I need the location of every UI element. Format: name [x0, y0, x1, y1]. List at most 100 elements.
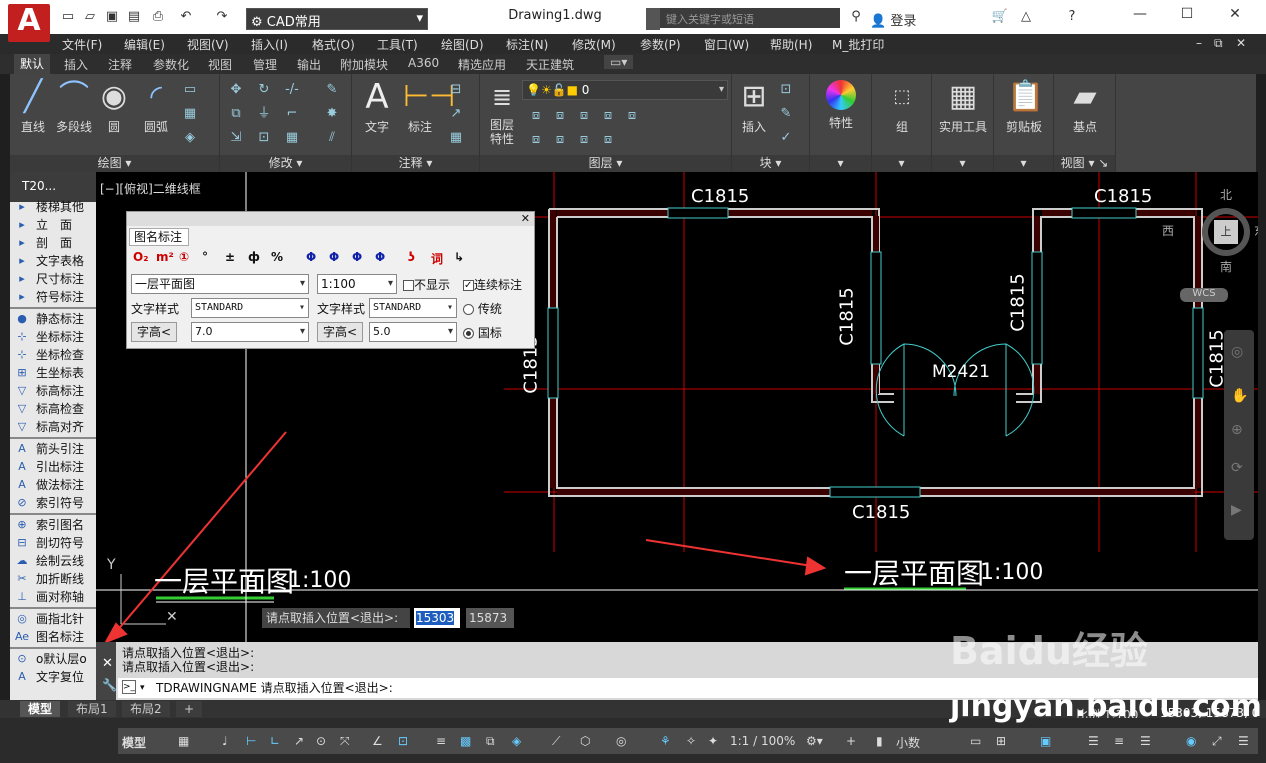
layer-tool-icon[interactable]: ⧈: [576, 132, 592, 148]
viewcube-top[interactable]: 上: [1214, 220, 1238, 244]
block-attr-icon[interactable]: ✓: [778, 130, 794, 146]
infer-icon[interactable]: ⊢: [246, 734, 256, 748]
wcs-menu[interactable]: WCS: [1180, 288, 1228, 302]
menu-modify[interactable]: 修改(M): [572, 36, 616, 53]
menu-window[interactable]: 窗口(W): [704, 36, 749, 53]
palette-item[interactable]: ▽ 标高检查: [10, 400, 96, 418]
menu-format[interactable]: 格式(O): [312, 36, 355, 53]
palette-item[interactable]: ▽ 标高标注: [10, 382, 96, 400]
tab-manage[interactable]: 管理: [253, 56, 277, 73]
annotation-monitor-icon[interactable]: ◎: [616, 734, 626, 748]
search-input[interactable]: 键入关键字或短语: [660, 8, 840, 28]
symbol-button[interactable]: ф: [248, 250, 260, 264]
tab-more-icon[interactable]: ▭▾: [604, 55, 634, 69]
region-icon[interactable]: ◈: [182, 130, 198, 146]
units-select[interactable]: 小数: [896, 734, 920, 751]
palette-item[interactable]: ⊹ 坐标检查: [10, 346, 96, 364]
tab-view[interactable]: 视图: [208, 56, 232, 73]
minimize-button[interactable]: —: [1125, 6, 1155, 26]
model-space-button[interactable]: 模型: [122, 734, 146, 751]
layer-tool-icon[interactable]: ⧈: [528, 132, 544, 148]
polyline-button[interactable]: ⌒ 多段线: [52, 80, 96, 135]
palette-item[interactable]: ● 静态标注: [10, 310, 96, 328]
scale-select[interactable]: 1:100 ▾: [317, 274, 397, 294]
viewcube-south[interactable]: 南: [1220, 258, 1232, 275]
tab-addins[interactable]: 附加模块: [340, 56, 388, 73]
layer-tool-icon[interactable]: ⧈: [576, 108, 592, 124]
panel-block-label[interactable]: 块 ▾: [732, 155, 809, 172]
tab-parametric[interactable]: 参数化: [153, 56, 189, 73]
viewcube-north[interactable]: 北: [1220, 186, 1232, 203]
dyn-input-icon[interactable]: ⟋: [552, 734, 560, 749]
clipboard-button[interactable]: 📋 剪贴板: [996, 80, 1052, 135]
tab-insert[interactable]: 插入: [64, 56, 88, 73]
polar-icon[interactable]: ↗: [294, 734, 304, 748]
panel-layers-label[interactable]: 图层 ▾: [480, 155, 731, 172]
insert-block-button[interactable]: ⊞ 插入: [734, 80, 774, 135]
array-icon[interactable]: ▦: [284, 130, 300, 146]
menu-view[interactable]: 视图(V): [187, 36, 229, 53]
tab-tangent[interactable]: 天正建筑: [526, 56, 574, 73]
mirror-icon[interactable]: ⏚: [256, 106, 272, 122]
leader-icon[interactable]: ↗: [448, 106, 464, 122]
symbol-button[interactable]: 词: [431, 250, 443, 267]
line-button[interactable]: ╱ 直线: [14, 80, 52, 135]
tab-default[interactable]: 默认: [14, 54, 51, 74]
palette-item[interactable]: ▸ 立 面: [10, 216, 96, 234]
doc-close-icon[interactable]: ✕: [1236, 36, 1246, 50]
erase-icon[interactable]: ✎: [324, 82, 340, 98]
maximize-button[interactable]: ☐: [1172, 6, 1202, 26]
a360-icon[interactable]: △: [1016, 8, 1036, 26]
symbol-button[interactable]: Φ: [306, 250, 316, 264]
palette-item[interactable]: ⊘ 索引符号: [10, 494, 96, 512]
gizmo-icon[interactable]: ⬡: [580, 734, 590, 748]
national-radio[interactable]: 国标: [463, 324, 502, 341]
offset-icon[interactable]: ⫽: [324, 130, 340, 146]
symbol-button[interactable]: Φ: [352, 250, 362, 264]
tab-layout2[interactable]: 布局2: [122, 701, 170, 717]
transparency-icon[interactable]: ▩: [460, 734, 471, 748]
menu-tools[interactable]: 工具(T): [377, 36, 418, 53]
drawing-name-input[interactable]: 一层平面图 ▾: [131, 274, 309, 294]
search-expand-icon[interactable]: [646, 8, 660, 30]
palette-item[interactable]: ⊥ 画对称轴: [10, 588, 96, 606]
add-layout-icon[interactable]: +: [176, 701, 203, 717]
dynamic-ucs-icon[interactable]: ⊡: [398, 734, 408, 748]
palette-item[interactable]: ⊕ 索引图名: [10, 516, 96, 534]
viewcube-east[interactable]: 东: [1254, 222, 1258, 239]
isodraft-icon[interactable]: ⊙: [316, 734, 326, 748]
scale-icon[interactable]: ⊡: [256, 130, 272, 146]
undo-icon[interactable]: ↶: [176, 8, 196, 26]
base-point-button[interactable]: ▰ 基点: [1058, 80, 1112, 135]
help-icon[interactable]: ?: [1062, 8, 1082, 26]
palette-item[interactable]: ◎ 画指北针: [10, 610, 96, 628]
cart-icon[interactable]: 🛒: [990, 8, 1010, 26]
layer-tool-icon[interactable]: ⧈: [552, 108, 568, 124]
menu-draw[interactable]: 绘图(D): [441, 36, 484, 53]
palette-item[interactable]: ✂ 加折断线: [10, 570, 96, 588]
menu-help[interactable]: 帮助(H): [770, 36, 812, 53]
stretch-icon[interactable]: ⇲: [228, 130, 244, 146]
text-height-select-2[interactable]: 5.0 ▾: [369, 322, 457, 342]
layer-tool-icon[interactable]: ⧈: [624, 108, 640, 124]
layer-tool-icon[interactable]: ⧈: [552, 132, 568, 148]
lineweight-icon[interactable]: ≡: [436, 734, 446, 748]
new-file-icon[interactable]: ▭: [58, 8, 78, 26]
symbol-button[interactable]: ①: [179, 250, 189, 264]
selection-cycling-icon[interactable]: ⧉: [486, 734, 495, 749]
app-logo[interactable]: A: [8, 4, 50, 42]
units-icon[interactable]: ▮: [876, 734, 883, 748]
layer-tool-icon[interactable]: ⧈: [600, 108, 616, 124]
layer-tool-icon[interactable]: ⧈: [600, 132, 616, 148]
plot-icon[interactable]: ⎙: [148, 8, 168, 26]
symbol-button[interactable]: Φ: [329, 250, 339, 264]
symbol-button[interactable]: O₂: [133, 250, 148, 264]
text-style-select-1[interactable]: STANDARD ▾: [191, 298, 309, 318]
binoculars-icon[interactable]: ⚲: [846, 8, 866, 26]
properties-button[interactable]: 特性: [816, 80, 866, 131]
panel-clipboard-label[interactable]: ▾: [994, 155, 1053, 172]
text-button[interactable]: A 文字: [358, 80, 396, 135]
copy-icon[interactable]: ⧉: [228, 106, 244, 122]
symbol-button[interactable]: m²: [156, 250, 174, 264]
table-icon[interactable]: ▦: [448, 130, 464, 146]
